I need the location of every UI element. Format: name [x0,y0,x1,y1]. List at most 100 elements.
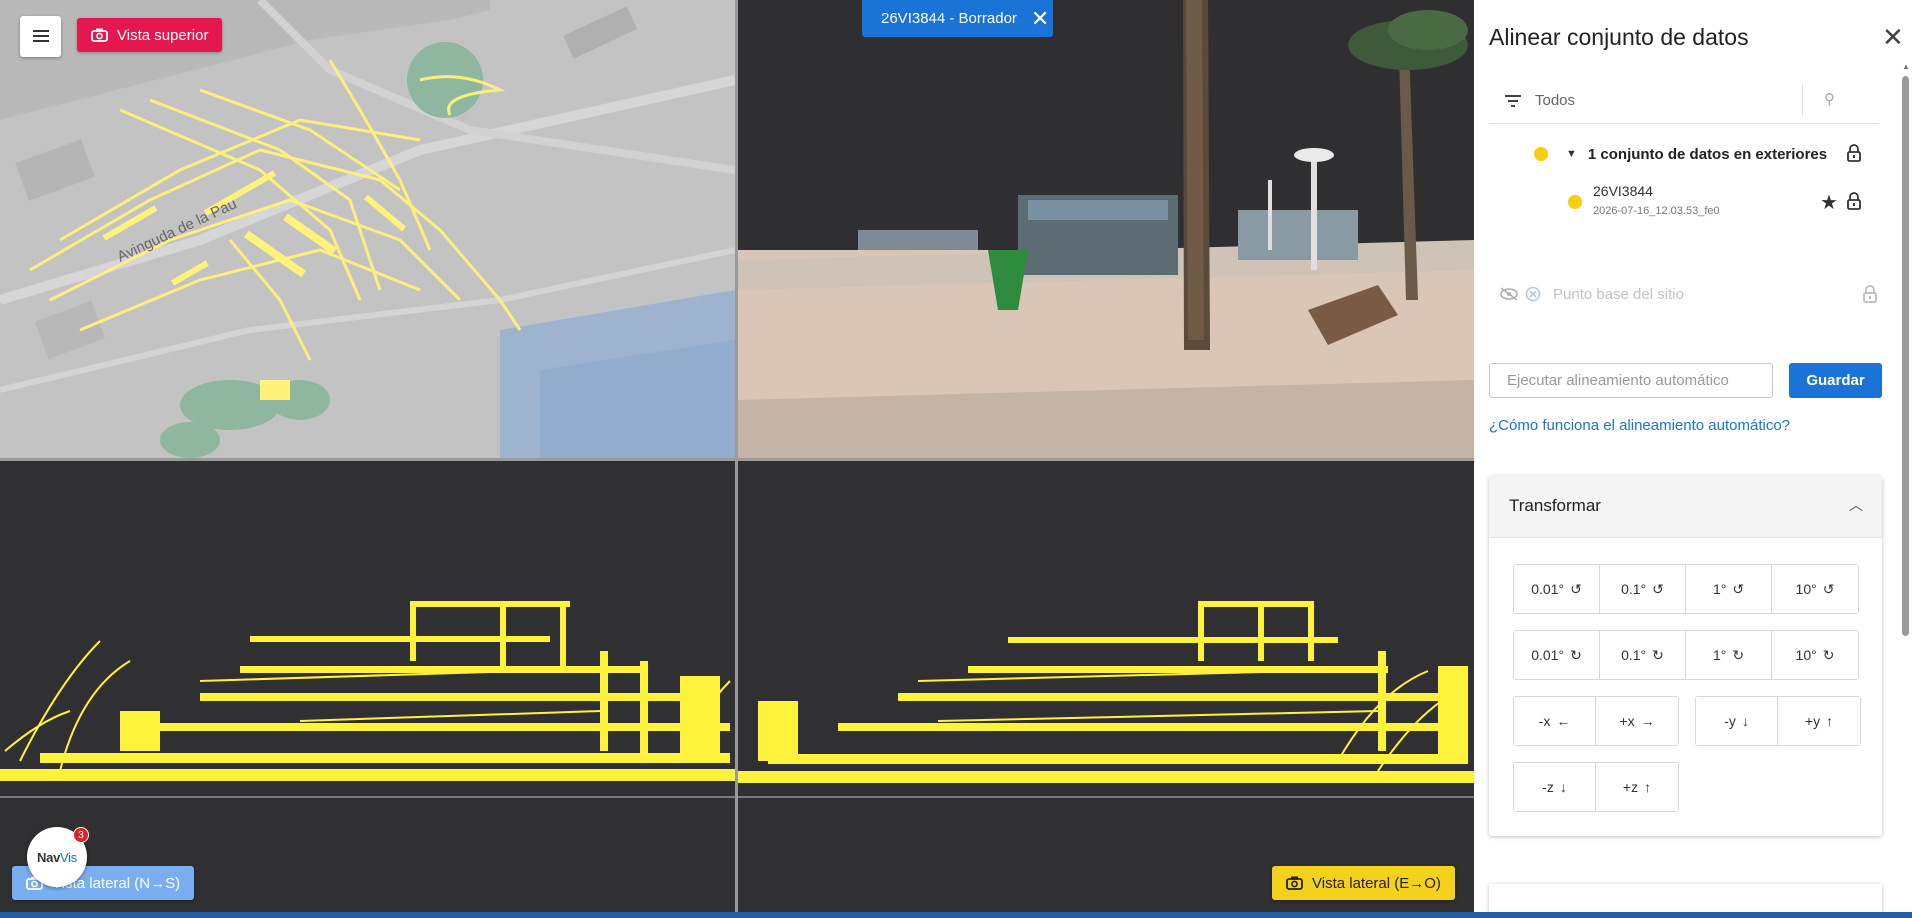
arrow-down-icon: ↓ [1741,713,1749,729]
filter-bar[interactable]: Todos ⚲ [1489,78,1879,124]
rotate-ccw-group: 0.01° ↺ 0.1° ↺ 1° ↺ 10° ↺ [1513,564,1859,614]
rotate-step-label: 10° [1795,581,1817,597]
translate-label: -z [1542,779,1554,795]
rotate-cw-group: 0.01° ↻ 0.1° ↻ 1° ↻ 10° ↻ [1513,630,1859,680]
camera-icon [1286,876,1303,890]
side-view-eo-button[interactable]: Vista lateral (E→O) [1272,866,1455,900]
arrow-up-icon: ↑ [1826,713,1834,729]
dataset-draft-tab[interactable]: 26VI3844 - Borrador ✕ [862,0,1053,37]
site-base-point-row[interactable]: Punto base del sitio [1499,282,1879,306]
auto-align-button[interactable]: Ejecutar alineamiento automático [1489,363,1773,398]
rotate-ccw-button[interactable]: 1° ↺ [1686,565,1772,613]
dataset-item[interactable]: 26VI3844 2026-07-16_12.03.53_fe0 ★ [1568,180,1879,226]
map-canvas: Avinguda de la Pau [0,0,735,458]
top-view-viewport[interactable]: Avinguda de la Pau [0,0,735,458]
save-button[interactable]: Guardar [1789,363,1882,398]
star-icon[interactable]: ★ [1820,190,1838,215]
panorama-viewport[interactable] [738,0,1474,458]
translate-z-group: -z ↓ +z ↑ [1513,762,1679,812]
rotate-ccw-button[interactable]: 10° ↺ [1772,565,1858,613]
camera-icon [91,28,108,42]
rotate-step-label: 0.1° [1621,581,1647,597]
dataset-group-label: 1 conjunto de datos en exteriores [1587,145,1828,163]
translate-y-pos-button[interactable]: +y ↑ [1778,697,1860,745]
filter-icon [1505,94,1521,107]
rotate-ccw-button[interactable]: 0.01° ↺ [1514,565,1600,613]
transform-title: Transformar [1509,496,1601,515]
translate-label: -x [1538,713,1551,729]
rotate-cw-button[interactable]: 0.1° ↻ [1600,631,1686,679]
rotate-cw-icon: ↻ [1822,646,1835,663]
rotate-ccw-icon: ↺ [1732,580,1745,597]
translate-label: +z [1622,779,1639,795]
rotate-step-label: 1° [1712,581,1727,597]
rotate-step-label: 0.1° [1621,647,1647,663]
cancel-circle-icon [1525,286,1541,302]
pin-settings-icon[interactable]: ⚲ [1824,90,1835,108]
hamburger-menu-icon [32,30,49,42]
arrow-up-icon: ↑ [1644,779,1652,795]
logo-text-b: Vis [60,849,77,865]
close-icon[interactable]: ✕ [1031,7,1049,30]
chevron-up-icon[interactable]: ︿ [1849,495,1863,515]
translate-label: +y [1804,713,1821,729]
arrow-down-icon: ↓ [1559,779,1567,795]
rotate-cw-icon: ↻ [1732,646,1745,663]
rotate-cw-button[interactable]: 1° ↻ [1686,631,1772,679]
next-section-card[interactable] [1489,884,1882,912]
translate-z-pos-button[interactable]: +z ↑ [1596,763,1678,811]
lock-icon[interactable] [1863,285,1877,303]
rotate-cw-button[interactable]: 0.01° ↻ [1514,631,1600,679]
viewport-divider-vertical[interactable] [735,0,738,912]
translate-label: -y [1724,713,1736,729]
hamburger-menu-button[interactable] [20,16,61,57]
translate-label: +x [1619,713,1635,729]
rotate-step-label: 10° [1795,647,1817,663]
site-base-point-label: Punto base del sitio [1553,285,1684,303]
translate-y-group: -y ↓ +y ↑ [1695,696,1861,746]
align-dataset-panel: Alinear conjunto de datos ✕ ▲ Todos ⚲ ▼ … [1474,0,1912,912]
rotate-cw-icon: ↻ [1652,646,1664,663]
scrollbar-thumb[interactable] [1902,76,1909,636]
notification-badge: 3 [73,827,89,843]
logo-text-a: Nav [37,849,60,865]
transform-header[interactable]: Transformar ︿ [1489,476,1882,538]
rotate-cw-icon: ↻ [1570,646,1582,663]
lock-icon[interactable] [1847,192,1861,210]
panel-title: Alinear conjunto de datos [1489,24,1749,50]
top-view-button[interactable]: Vista superior [77,18,223,52]
arrow-right-icon: → [1640,713,1655,729]
rotate-step-label: 0.01° [1531,581,1565,597]
dataset-name: 26VI3844 [1593,183,1653,199]
rotate-cw-button[interactable]: 10° ↻ [1772,631,1858,679]
dataset-subtitle: 2026-07-16_12.03.53_fe0 [1593,205,1720,217]
rotate-ccw-icon: ↺ [1822,580,1835,597]
status-dot-icon [1568,195,1582,209]
close-icon[interactable]: ✕ [1882,24,1904,50]
translate-x-group: -x ← +x → [1513,696,1679,746]
rotate-step-label: 1° [1712,647,1727,663]
scroll-up-icon[interactable]: ▲ [1902,62,1910,71]
eye-off-icon[interactable] [1499,287,1519,301]
rotate-ccw-icon: ↺ [1570,580,1582,597]
side-view-ns-viewport[interactable] [0,461,735,912]
translate-z-neg-button[interactable]: -z ↓ [1514,763,1596,811]
dataset-group-row[interactable]: ▼ 1 conjunto de datos en exteriores [1534,142,1879,166]
status-dot-icon [1534,147,1548,161]
panorama-image [738,0,1474,458]
side-view-eo-label: Vista lateral (E→O) [1312,874,1441,892]
auto-align-help-link[interactable]: ¿Cómo funciona el alineamiento automátic… [1489,417,1790,434]
chevron-down-icon[interactable]: ▼ [1566,148,1577,160]
translate-x-pos-button[interactable]: +x → [1596,697,1678,745]
filter-separator [1802,84,1803,116]
filter-label: Todos [1535,92,1576,109]
translate-x-neg-button[interactable]: -x ← [1514,697,1596,745]
arrow-left-icon: ← [1556,713,1571,729]
side-view-eo-viewport[interactable] [738,461,1474,912]
side-view-ns-canvas [0,461,735,912]
viewport-divider-horizontal[interactable] [0,458,1474,461]
lock-icon[interactable] [1847,144,1861,162]
rotate-ccw-button[interactable]: 0.1° ↺ [1600,565,1686,613]
translate-y-neg-button[interactable]: -y ↓ [1696,697,1778,745]
top-view-label: Vista superior [117,26,209,44]
